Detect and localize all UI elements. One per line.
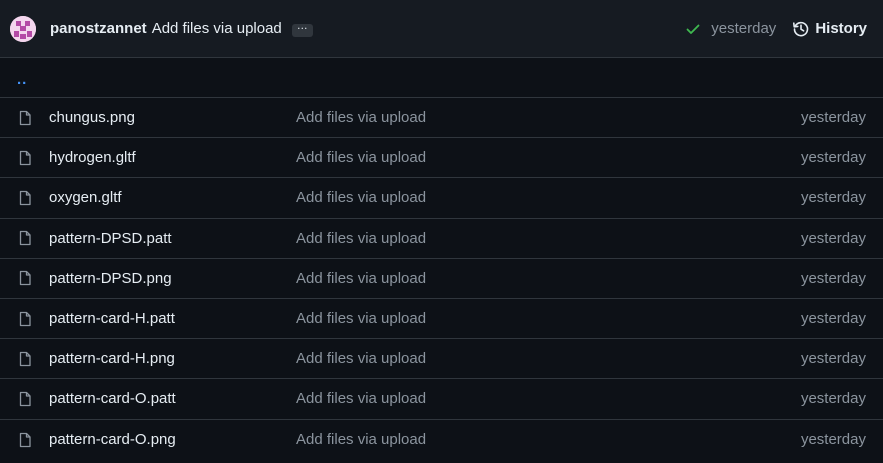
history-button[interactable]: History	[792, 20, 867, 38]
file-name-link[interactable]: pattern-DPSD.patt	[49, 230, 296, 247]
file-icon	[17, 351, 33, 367]
latest-commit-header: panostzannet Add files via upload … yest…	[0, 0, 883, 58]
file-row[interactable]: pattern-card-H.png Add files via upload …	[0, 339, 883, 380]
file-commit-message-link[interactable]: Add files via upload	[296, 109, 801, 126]
file-name-link[interactable]: pattern-DPSD.png	[49, 270, 296, 287]
file-icon	[17, 110, 33, 126]
author-avatar[interactable]	[10, 15, 36, 42]
file-commit-date: yesterday	[800, 310, 866, 328]
expand-commit-message-button[interactable]: …	[291, 20, 313, 37]
file-row[interactable]: pattern-card-O.patt Add files via upload…	[0, 379, 883, 420]
file-name-link[interactable]: pattern-card-H.patt	[49, 310, 296, 327]
file-commit-message-link[interactable]: Add files via upload	[296, 149, 801, 166]
file-commit-date: yesterday	[800, 431, 866, 449]
file-list: chungus.png Add files via upload yesterd…	[0, 98, 883, 460]
file-icon	[17, 391, 33, 407]
file-browser: panostzannet Add files via upload … yest…	[0, 0, 883, 463]
file-row[interactable]: hydrogen.gltf Add files via upload yeste…	[0, 138, 883, 179]
check-icon[interactable]	[685, 21, 701, 37]
file-row[interactable]: chungus.png Add files via upload yesterd…	[0, 98, 883, 139]
file-icon	[17, 190, 33, 206]
file-icon	[17, 150, 33, 166]
parent-directory-link[interactable]: ..	[17, 71, 27, 88]
file-commit-date: yesterday	[800, 109, 866, 127]
file-name-link[interactable]: pattern-card-O.patt	[49, 390, 296, 407]
parent-directory-row[interactable]: ..	[0, 58, 883, 98]
file-icon	[17, 270, 33, 286]
file-row[interactable]: oxygen.gltf Add files via upload yesterd…	[0, 178, 883, 219]
commit-author-link[interactable]: panostzannet	[50, 20, 147, 37]
file-commit-message-link[interactable]: Add files via upload	[296, 390, 801, 407]
file-row[interactable]: pattern-DPSD.png Add files via upload ye…	[0, 259, 883, 299]
file-commit-date: yesterday	[800, 149, 866, 167]
file-row[interactable]: pattern-DPSD.patt Add files via upload y…	[0, 219, 883, 259]
file-name-link[interactable]: hydrogen.gltf	[49, 149, 296, 166]
history-label: History	[815, 20, 867, 37]
file-commit-date: yesterday	[800, 390, 866, 408]
file-icon	[17, 432, 33, 448]
file-name-link[interactable]: pattern-card-O.png	[49, 431, 296, 448]
file-icon	[17, 230, 33, 246]
file-row[interactable]: pattern-card-O.png Add files via upload …	[0, 420, 883, 460]
file-commit-message-link[interactable]: Add files via upload	[296, 350, 801, 367]
file-name-link[interactable]: oxygen.gltf	[49, 189, 296, 206]
file-name-link[interactable]: pattern-card-H.png	[49, 350, 296, 367]
file-commit-message-link[interactable]: Add files via upload	[296, 189, 801, 206]
file-commit-message-link[interactable]: Add files via upload	[296, 270, 801, 287]
file-commit-message-link[interactable]: Add files via upload	[296, 230, 801, 247]
commit-time[interactable]: yesterday	[711, 20, 776, 37]
file-name-link[interactable]: chungus.png	[49, 109, 296, 126]
file-commit-date: yesterday	[800, 269, 866, 287]
file-commit-date: yesterday	[800, 189, 866, 207]
file-commit-message-link[interactable]: Add files via upload	[296, 310, 801, 327]
file-commit-date: yesterday	[800, 350, 866, 368]
file-commit-date: yesterday	[800, 229, 866, 247]
file-commit-message-link[interactable]: Add files via upload	[296, 431, 801, 448]
history-icon	[792, 20, 810, 38]
file-icon	[17, 311, 33, 327]
commit-message-link[interactable]: Add files via upload	[152, 20, 282, 37]
identicon-icon	[10, 15, 36, 42]
file-row[interactable]: pattern-card-H.patt Add files via upload…	[0, 299, 883, 340]
